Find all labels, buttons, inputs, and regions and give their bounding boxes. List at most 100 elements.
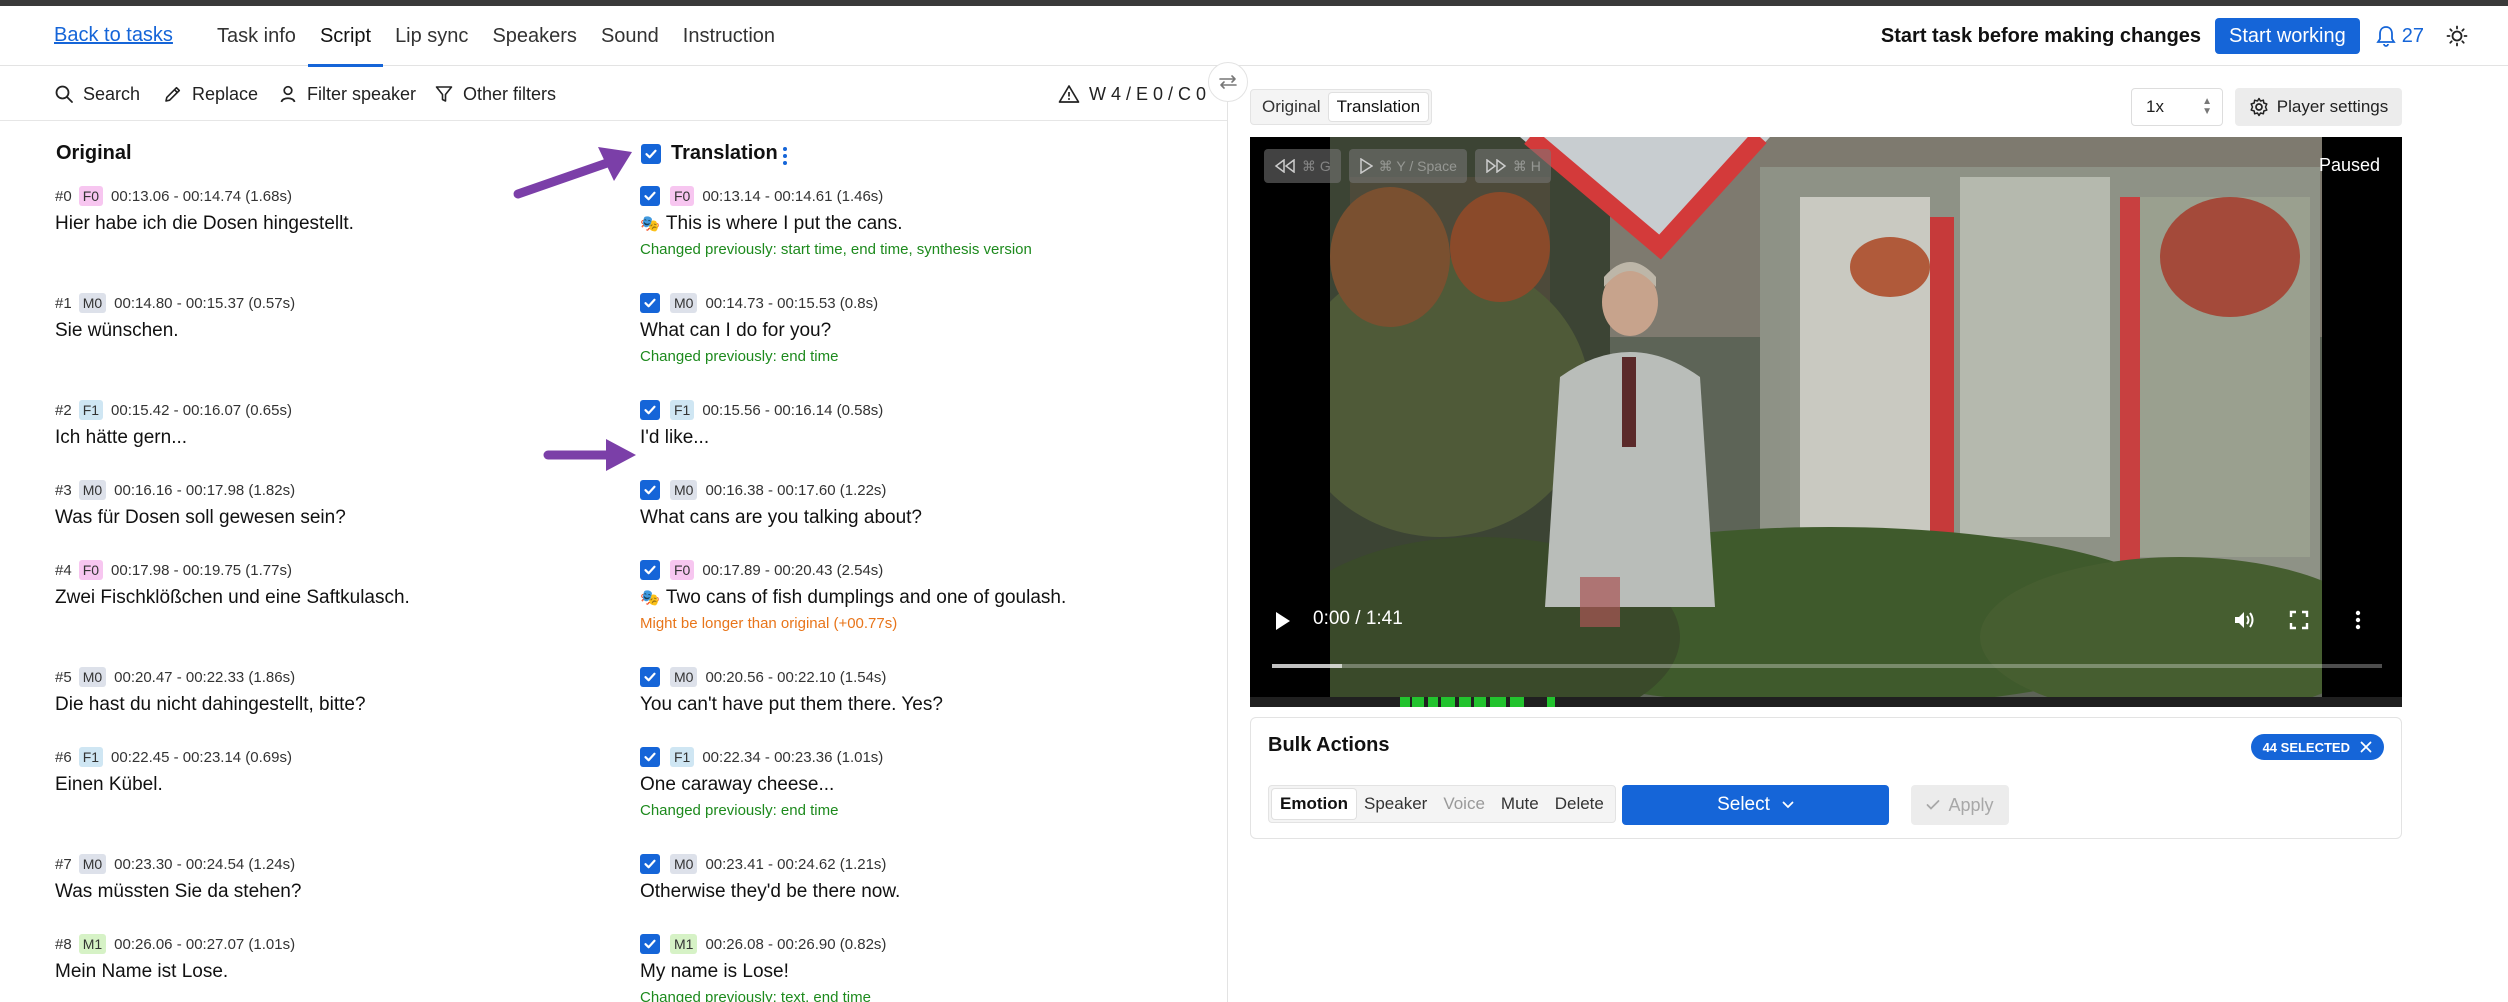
- original-segment[interactable]: #1 M0 00:14.80 - 00:15.37 (0.57s) Sie wünsc…: [55, 292, 295, 342]
- forward-button[interactable]: ⌘ H: [1474, 149, 1551, 183]
- original-segment[interactable]: #8 M1 00:26.06 - 00:27.07 (1.01s) Mein Name…: [55, 933, 295, 983]
- speed-select[interactable]: 1x ▲ ▼: [2131, 88, 2223, 126]
- original-segment[interactable]: #2 F1 00:15.42 - 00:16.07 (0.65s) Ich hätte…: [55, 399, 292, 449]
- emotion-select-dropdown[interactable]: Select: [1622, 785, 1889, 825]
- original-segment[interactable]: #0 F0 00:13.06 - 00:14.74 (1.68s) Hier habe…: [55, 185, 354, 235]
- tab-script[interactable]: Script: [307, 6, 384, 67]
- start-working-button[interactable]: Start working: [2215, 18, 2360, 54]
- other-filters-tool[interactable]: Other filters: [434, 67, 556, 121]
- original-segment[interactable]: #3 M0 00:16.16 - 00:17.98 (1.82s) Was für D…: [55, 479, 346, 529]
- tab-speakers[interactable]: Speakers: [480, 6, 589, 66]
- original-segment[interactable]: #6 F1 00:22.45 - 00:23.14 (0.69s) Einen Küb…: [55, 746, 292, 796]
- bulk-tab-delete[interactable]: Delete: [1547, 789, 1612, 819]
- rewind-icon: [1274, 159, 1295, 173]
- original-text[interactable]: Sie wünschen.: [55, 320, 295, 342]
- original-segment[interactable]: #4 F0 00:17.98 - 00:19.75 (1.77s) Zwei Fisc…: [55, 559, 410, 609]
- view-translation-button[interactable]: Translation: [1328, 93, 1429, 121]
- segment-checkbox[interactable]: [640, 560, 660, 580]
- bulk-tab-speaker[interactable]: Speaker: [1356, 789, 1435, 819]
- annotation-arrow: [543, 439, 636, 471]
- play-button[interactable]: [1274, 610, 1292, 637]
- bulk-tab-voice[interactable]: Voice: [1435, 789, 1493, 819]
- search-tool[interactable]: Search: [54, 67, 140, 121]
- issues-count: W 4 / E 0 / C 0: [1089, 83, 1207, 104]
- notifications-button[interactable]: 27: [2376, 25, 2424, 48]
- bulk-tab-emotion[interactable]: Emotion: [1272, 789, 1356, 819]
- tab-task-info[interactable]: Task info: [205, 6, 308, 66]
- segment-timeline[interactable]: [1250, 697, 2402, 707]
- tab-lip-sync[interactable]: Lip sync: [383, 6, 480, 66]
- segment-meta: F1 00:15.56 - 00:16.14 (0.58s): [640, 399, 883, 421]
- translation-segment[interactable]: M0 00:16.38 - 00:17.60 (1.22s) What cans a…: [640, 479, 922, 529]
- segment-time: 00:22.45 - 00:23.14 (0.69s): [111, 748, 292, 766]
- volume-button[interactable]: [2233, 609, 2257, 636]
- original-segment[interactable]: #5 M0 00:20.47 - 00:22.33 (1.86s) Die hast …: [55, 666, 366, 716]
- tab-instruction[interactable]: Instruction: [671, 6, 787, 66]
- original-text[interactable]: Mein Name ist Lose.: [55, 961, 295, 983]
- translation-text[interactable]: My name is Lose!: [640, 961, 789, 983]
- segment-checkbox[interactable]: [640, 186, 660, 206]
- video-more-button[interactable]: [2354, 609, 2362, 636]
- translation-segment[interactable]: F0 00:17.89 - 00:20.43 (2.54s) 🎭 Two cans o…: [640, 559, 1066, 632]
- check-icon: [644, 405, 656, 415]
- search-icon: [55, 85, 73, 103]
- translation-segment[interactable]: M0 00:20.56 - 00:22.10 (1.54s) You can't h…: [640, 666, 943, 716]
- filter-speaker-tool[interactable]: Filter speaker: [278, 67, 416, 121]
- apply-button[interactable]: Apply: [1911, 785, 2009, 825]
- segment-checkbox[interactable]: [640, 747, 660, 767]
- swap-columns-button[interactable]: [1208, 62, 1248, 102]
- original-text[interactable]: Ich hätte gern...: [55, 427, 292, 449]
- select-all-checkbox[interactable]: [641, 143, 661, 164]
- translation-segment[interactable]: F0 00:13.14 - 00:14.61 (1.46s) 🎭 This is wh…: [640, 185, 1032, 258]
- segment-checkbox[interactable]: [640, 480, 660, 500]
- issues-summary[interactable]: W 4 / E 0 / C 0: [1058, 67, 1206, 121]
- translation-text[interactable]: What cans are you talking about?: [640, 507, 922, 529]
- script-toolbar: Search Replace Filter speaker Other filt…: [0, 67, 1227, 121]
- original-text[interactable]: Was müssten Sie da stehen?: [55, 881, 301, 903]
- translation-text[interactable]: This is where I put the cans.: [666, 213, 903, 235]
- segment-index: #4: [55, 561, 72, 579]
- segment-time: 00:16.38 - 00:17.60 (1.22s): [705, 481, 887, 499]
- original-text[interactable]: Die hast du nicht dahingestellt, bitte?: [55, 694, 366, 716]
- video-player[interactable]: ⌘ G ⌘ Y / Space ⌘ H Paused 0:00 / 1:41: [1250, 137, 2402, 707]
- translation-text-row: What cans are you talking about?: [640, 507, 922, 529]
- segment-checkbox[interactable]: [640, 400, 660, 420]
- bulk-tab-mute[interactable]: Mute: [1493, 789, 1547, 819]
- filter-speaker-label: Filter speaker: [307, 83, 417, 104]
- video-progress-bar[interactable]: [1272, 664, 2382, 668]
- translation-segment[interactable]: F1 00:15.56 - 00:16.14 (0.58s) I'd like...: [640, 399, 883, 449]
- translation-segment[interactable]: M0 00:14.73 - 00:15.53 (0.8s) What can I d…: [640, 292, 878, 365]
- translation-text[interactable]: I'd like...: [640, 427, 709, 449]
- segment-checkbox[interactable]: [640, 293, 660, 313]
- original-text[interactable]: Hier habe ich die Dosen hingestellt.: [55, 213, 354, 235]
- fullscreen-button[interactable]: [2288, 609, 2310, 636]
- original-text[interactable]: Einen Kübel.: [55, 774, 292, 796]
- view-original-button[interactable]: Original: [1254, 93, 1329, 121]
- translation-segment[interactable]: M1 00:26.08 - 00:26.90 (0.82s) My name is …: [640, 933, 886, 1002]
- segment-checkbox[interactable]: [640, 934, 660, 954]
- translation-text[interactable]: Otherwise they'd be there now.: [640, 881, 900, 903]
- segment-checkbox[interactable]: [640, 854, 660, 874]
- translation-segment[interactable]: F1 00:22.34 - 00:23.36 (1.01s) One caraway…: [640, 746, 883, 819]
- bell-icon: [2376, 26, 2396, 47]
- translation-text[interactable]: You can't have put them there. Yes?: [640, 694, 943, 716]
- translation-text[interactable]: Two cans of fish dumplings and one of go…: [666, 587, 1066, 609]
- back-to-tasks-link[interactable]: Back to tasks: [54, 24, 173, 47]
- translation-menu-button[interactable]: [781, 145, 789, 172]
- chevron-updown-icon: ▲ ▼: [2202, 96, 2212, 117]
- tab-sound[interactable]: Sound: [589, 6, 671, 66]
- original-segment[interactable]: #7 M0 00:23.30 - 00:24.54 (1.24s) Was müsst…: [55, 853, 301, 903]
- translation-text[interactable]: One caraway cheese...: [640, 774, 834, 796]
- translation-text[interactable]: What can I do for you?: [640, 320, 831, 342]
- replace-tool[interactable]: Replace: [163, 67, 258, 121]
- play-hint-button[interactable]: ⌘ Y / Space: [1348, 149, 1467, 183]
- other-filters-label: Other filters: [463, 83, 557, 104]
- original-text[interactable]: Was für Dosen soll gewesen sein?: [55, 507, 346, 529]
- player-settings-button[interactable]: Player settings: [2235, 88, 2402, 126]
- theme-toggle[interactable]: [2446, 25, 2468, 47]
- segment-checkbox[interactable]: [640, 667, 660, 687]
- rewind-button[interactable]: ⌘ G: [1264, 149, 1341, 183]
- original-text[interactable]: Zwei Fischklößchen und eine Saftkulasch.: [55, 587, 410, 609]
- translation-segment[interactable]: M0 00:23.41 - 00:24.62 (1.21s) Otherwise t…: [640, 853, 900, 903]
- selected-count-chip[interactable]: 44 SELECTED: [2250, 734, 2384, 760]
